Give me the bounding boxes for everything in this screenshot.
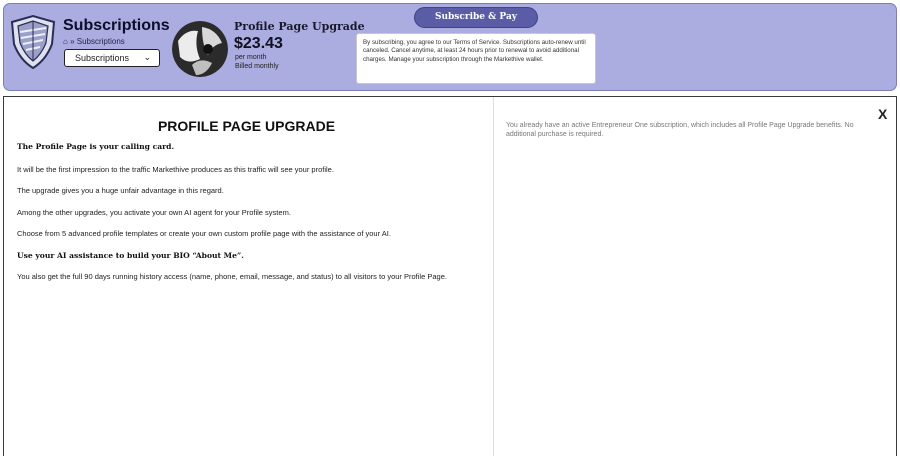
product-price: $23.43 [234,35,283,52]
close-button[interactable]: X [878,106,887,122]
billing-frequency: Billed monthly [235,63,279,70]
chevron-down-icon: ⌄ [143,52,151,62]
product-avatar [172,21,228,77]
column-divider [493,97,494,456]
subscribe-pay-button[interactable]: Subscribe & Pay [414,7,538,28]
paragraph: Among the other upgrades, you activate y… [17,208,291,217]
select-value: Subscriptions [75,53,130,63]
paragraph-bold: Use your AI assistance to build your BIO… [17,251,244,260]
paragraph: It will be the first impression to the t… [17,165,334,174]
subscription-notice: You already have an active Entrepreneur … [506,122,854,138]
paragraph-bold: The Profile Page is your calling card. [17,142,175,151]
terms-notice: By subscribing, you agree to our Terms o… [356,33,596,84]
paragraph: The upgrade gives you a huge unfair adva… [17,186,224,195]
paragraph: You also get the full 90 days running hi… [17,272,447,281]
price-period: per month [235,54,267,61]
section-heading: PROFILE PAGE UPGRADE [157,118,336,134]
markethive-logo [10,14,56,70]
breadcrumb-current: » Subscriptions [70,37,125,46]
product-title: Profile Page Upgrade [234,20,365,33]
home-icon[interactable]: ⌂ [63,37,68,46]
paragraph: Choose from 5 advanced profile templates… [17,229,391,238]
breadcrumb: ⌂ » Subscriptions [63,37,125,46]
page-title: Subscriptions [63,17,170,34]
subscriptions-select[interactable]: Subscriptions ⌄ [64,49,160,67]
